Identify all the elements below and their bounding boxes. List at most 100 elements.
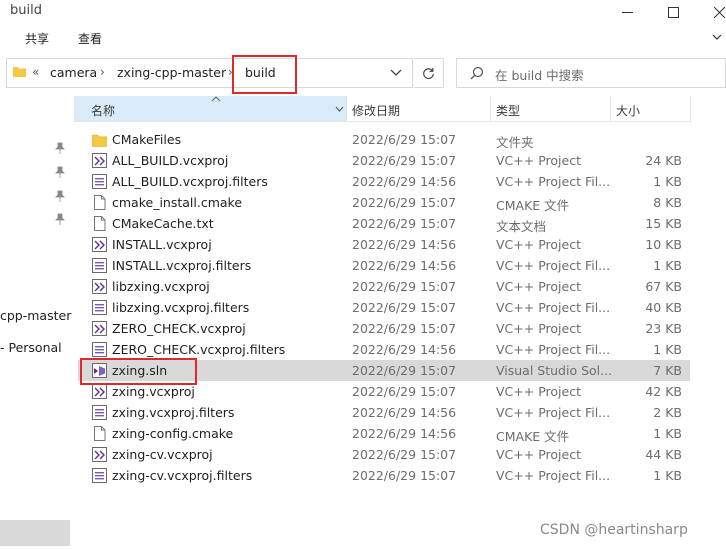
column-size[interactable]: 大小 bbox=[616, 102, 640, 119]
file-row[interactable]: INSTALL.vcxproj.filters 2022/6/29 14:56 VC… bbox=[78, 255, 690, 276]
column-divider[interactable] bbox=[690, 96, 691, 122]
maximize-button[interactable] bbox=[650, 0, 696, 24]
breadcrumb-zxing-cpp-master[interactable]: zxing-cpp-master bbox=[117, 65, 226, 80]
file-row[interactable]: zxing-cv.vcxproj 2022/6/29 15:07 VC++ Proj… bbox=[78, 444, 690, 465]
file-size: 8 KB bbox=[653, 195, 682, 210]
column-divider[interactable] bbox=[346, 96, 347, 122]
nav-item-selected[interactable] bbox=[0, 520, 70, 546]
file-row[interactable]: CMakeFiles 2022/6/29 15:07 文件夹 bbox=[78, 129, 690, 150]
document-icon bbox=[94, 426, 106, 441]
file-type: VC++ Project bbox=[496, 153, 581, 168]
file-date: 2022/6/29 15:07 bbox=[352, 321, 457, 336]
file-size: 42 KB bbox=[645, 384, 682, 399]
file-name: ZERO_CHECK.vcxproj bbox=[112, 321, 246, 336]
highlight-box-build bbox=[232, 55, 297, 94]
file-date: 2022/6/29 15:07 bbox=[352, 384, 457, 399]
file-row[interactable]: CMakeCache.txt 2022/6/29 15:07 文本文档 15 KB bbox=[78, 213, 690, 234]
close-button[interactable] bbox=[696, 0, 726, 24]
file-size: 7 KB bbox=[653, 363, 682, 378]
close-icon bbox=[713, 6, 725, 18]
breadcrumb-separator-icon: › bbox=[100, 65, 105, 79]
breadcrumb-overflow[interactable]: « bbox=[32, 65, 39, 79]
file-name: ALL_BUILD.vcxproj bbox=[112, 153, 229, 168]
column-divider[interactable] bbox=[490, 96, 491, 122]
file-row[interactable]: ZERO_CHECK.vcxproj.filters 2022/6/29 14:5… bbox=[78, 339, 690, 360]
ribbon: 共享 查看 bbox=[0, 24, 726, 52]
chevron-down-icon[interactable] bbox=[712, 32, 722, 42]
sort-ascending-icon bbox=[211, 96, 221, 102]
file-type: 文件夹 bbox=[496, 135, 534, 150]
tab-view[interactable]: 查看 bbox=[78, 30, 102, 47]
file-type: VC++ Project Fil... bbox=[496, 405, 611, 420]
column-filter-icon[interactable] bbox=[335, 106, 344, 112]
file-date: 2022/6/29 14:56 bbox=[352, 342, 457, 357]
minimize-button[interactable] bbox=[604, 0, 650, 24]
file-row[interactable]: libzxing.vcxproj 2022/6/29 15:07 VC++ Proj… bbox=[78, 276, 690, 297]
vcxproj-icon bbox=[92, 321, 107, 336]
file-name: INSTALL.vcxproj.filters bbox=[112, 258, 252, 273]
file-row[interactable]: INSTALL.vcxproj 2022/6/29 14:56 VC++ Proje… bbox=[78, 234, 690, 255]
file-size: 2 KB bbox=[653, 405, 682, 420]
file-name: ALL_BUILD.vcxproj.filters bbox=[112, 174, 268, 189]
pin-icon[interactable] bbox=[55, 190, 65, 202]
file-row[interactable]: cmake_install.cmake 2022/6/29 15:07 CMAKE … bbox=[78, 192, 690, 213]
file-type: CMAKE 文件 bbox=[496, 198, 570, 213]
file-row[interactable]: libzxing.vcxproj.filters 2022/6/29 15:07 V… bbox=[78, 297, 690, 318]
nav-item-cpp-master[interactable]: cpp-master bbox=[0, 308, 71, 323]
file-name: zxing.vcxproj bbox=[112, 384, 195, 399]
file-name: libzxing.vcxproj bbox=[112, 279, 210, 294]
file-type: Visual Studio Sol... bbox=[496, 363, 613, 378]
file-date: 2022/6/29 15:07 bbox=[352, 279, 457, 294]
file-size: 1 KB bbox=[653, 258, 682, 273]
column-date[interactable]: 修改日期 bbox=[352, 102, 400, 119]
file-type: VC++ Project bbox=[496, 321, 581, 336]
filters-icon bbox=[92, 258, 107, 273]
column-type[interactable]: 类型 bbox=[496, 102, 520, 119]
file-row[interactable]: ALL_BUILD.vcxproj 2022/6/29 15:07 VC++ Pro… bbox=[78, 150, 690, 171]
file-size: 1 KB bbox=[653, 468, 682, 483]
document-icon bbox=[94, 195, 106, 210]
file-row[interactable]: zxing.vcxproj.filters 2022/6/29 14:56 VC++… bbox=[78, 402, 690, 423]
highlight-box-zxing-sln bbox=[80, 358, 197, 385]
vcxproj-icon bbox=[92, 384, 107, 399]
file-row[interactable]: ALL_BUILD.vcxproj.filters 2022/6/29 14:56… bbox=[78, 171, 690, 192]
pin-icon[interactable] bbox=[55, 166, 65, 178]
file-date: 2022/6/29 15:07 bbox=[352, 216, 457, 231]
refresh-button[interactable] bbox=[414, 58, 444, 88]
file-date: 2022/6/29 14:56 bbox=[352, 426, 457, 441]
file-size: 15 KB bbox=[645, 216, 682, 231]
file-size: 23 KB bbox=[645, 321, 682, 336]
file-row[interactable]: zxing-config.cmake 2022/6/29 14:56 CMAKE 文… bbox=[78, 423, 690, 444]
vcxproj-icon bbox=[92, 447, 107, 462]
nav-item-personal[interactable]: - Personal bbox=[0, 340, 62, 355]
file-type: VC++ Project Fil... bbox=[496, 174, 611, 189]
address-dropdown-icon[interactable] bbox=[390, 69, 402, 77]
folder-icon bbox=[13, 67, 26, 77]
pin-icon[interactable] bbox=[55, 142, 65, 154]
file-type: VC++ Project Fil... bbox=[496, 300, 611, 315]
file-size: 1 KB bbox=[653, 342, 682, 357]
pin-icon[interactable] bbox=[55, 213, 65, 225]
column-name[interactable]: 名称 bbox=[91, 102, 115, 119]
vcxproj-icon bbox=[92, 153, 107, 168]
tab-share[interactable]: 共享 bbox=[25, 30, 49, 47]
file-size: 67 KB bbox=[645, 279, 682, 294]
file-type: VC++ Project Fil... bbox=[496, 258, 611, 273]
file-row[interactable]: ZERO_CHECK.vcxproj 2022/6/29 15:07 VC++ Pr… bbox=[78, 318, 690, 339]
search-placeholder: 在 build 中搜索 bbox=[495, 68, 584, 83]
file-size: 44 KB bbox=[645, 447, 682, 462]
filters-icon bbox=[92, 468, 107, 483]
file-date: 2022/6/29 15:07 bbox=[352, 468, 457, 483]
column-divider[interactable] bbox=[610, 96, 611, 122]
file-name: cmake_install.cmake bbox=[112, 195, 243, 210]
breadcrumb-camera[interactable]: camera bbox=[50, 65, 97, 80]
window-title: build bbox=[10, 3, 42, 18]
vcxproj-icon bbox=[92, 279, 107, 294]
file-name: INSTALL.vcxproj bbox=[112, 237, 212, 252]
file-row[interactable]: zxing-cv.vcxproj.filters 2022/6/29 15:07 V… bbox=[78, 465, 690, 486]
file-size: 1 KB bbox=[653, 426, 682, 441]
file-size: 1 KB bbox=[653, 174, 682, 189]
file-name: zxing.vcxproj.filters bbox=[112, 405, 235, 420]
file-size: 24 KB bbox=[645, 153, 682, 168]
file-type: VC++ Project bbox=[496, 279, 581, 294]
